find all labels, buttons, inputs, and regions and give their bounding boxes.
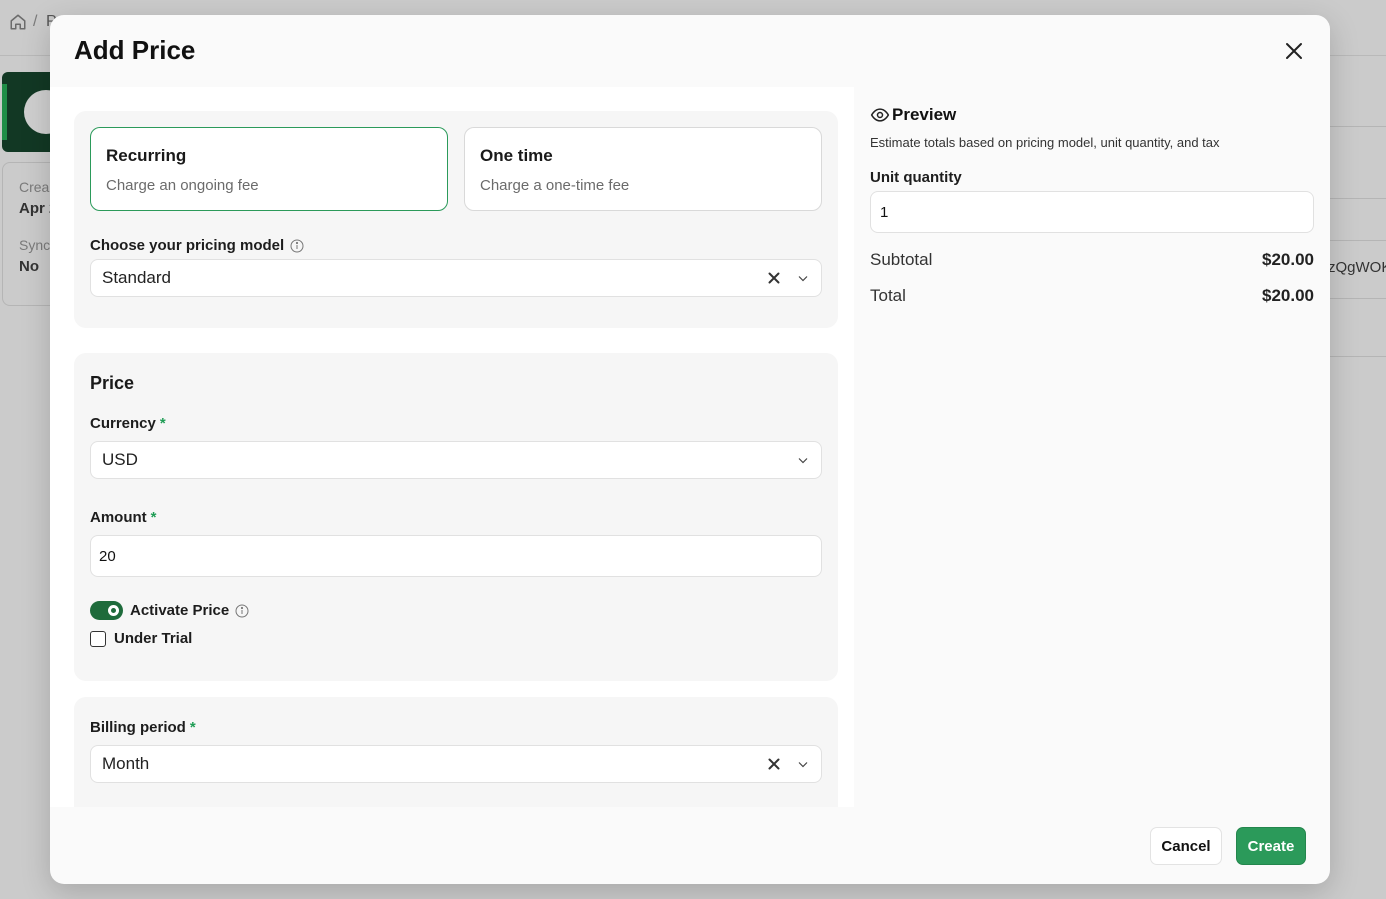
active-indicator [2, 84, 7, 140]
pricing-model-label-text: Choose your pricing model [90, 237, 285, 254]
recurring-option[interactable]: Recurring Charge an ongoing fee [90, 127, 448, 211]
clear-icon[interactable] [764, 268, 784, 288]
clear-icon[interactable] [764, 754, 784, 774]
one-time-option[interactable]: One time Charge a one-time fee [464, 127, 822, 211]
billing-period-label-text: Billing period [90, 719, 186, 736]
amount-label: Amount * [90, 509, 157, 526]
total-row: Total $20.00 [870, 286, 1314, 306]
eye-icon [870, 105, 890, 125]
total-value: $20.00 [1262, 286, 1314, 305]
chevron-down-icon [796, 271, 810, 285]
close-button[interactable] [1280, 37, 1308, 65]
pricing-model-value: Standard [102, 268, 171, 287]
currency-select[interactable]: USD [90, 441, 822, 479]
under-trial-label: Under Trial [114, 630, 193, 647]
subtotal-row: Subtotal $20.00 [870, 250, 1314, 270]
chevron-down-icon [796, 757, 810, 771]
background-divider [1330, 198, 1386, 199]
background-id-text: zQgWOK [1328, 259, 1386, 276]
billing-period-value: Month [102, 754, 150, 773]
unit-quantity-input[interactable] [870, 191, 1314, 233]
currency-value: USD [102, 450, 138, 469]
price-section: Price Currency * USD Amount * Activate P… [74, 353, 838, 681]
amount-label-text: Amount [90, 509, 147, 526]
create-button[interactable]: Create [1236, 827, 1306, 865]
billing-section: Billing period * Month [74, 697, 838, 807]
info-icon[interactable] [290, 239, 304, 253]
price-section-title: Price [90, 373, 135, 393]
under-trial-checkbox[interactable] [90, 631, 106, 647]
option-title: One time [480, 146, 553, 165]
required-mark: * [189, 719, 196, 736]
subtotal-value: $20.00 [1262, 250, 1314, 269]
chevron-down-icon [796, 453, 810, 467]
cancel-button[interactable]: Cancel [1150, 827, 1222, 865]
sync-label: Sync [19, 237, 51, 253]
billing-period-select[interactable]: Month [90, 745, 822, 783]
price-type-section: Recurring Charge an ongoing fee One time… [74, 111, 838, 328]
background-divider [1330, 356, 1386, 357]
amount-input[interactable] [90, 535, 822, 577]
currency-label-text: Currency [90, 415, 156, 432]
home-icon[interactable] [9, 13, 27, 31]
activate-price-label: Activate Price [130, 602, 249, 619]
activate-price-toggle[interactable] [90, 601, 123, 620]
preview-subtitle: Estimate totals based on pricing model, … [870, 135, 1220, 150]
pricing-model-select[interactable]: Standard [90, 259, 822, 297]
created-label: Crea [19, 179, 50, 195]
modal-title: Add Price [74, 35, 196, 65]
pricing-model-label: Choose your pricing model [90, 237, 304, 254]
activate-price-label-text: Activate Price [130, 602, 230, 619]
option-subtitle: Charge a one-time fee [480, 177, 630, 194]
close-icon [1286, 43, 1302, 59]
currency-label: Currency * [90, 415, 166, 432]
required-mark: * [150, 509, 157, 526]
option-subtitle: Charge an ongoing fee [106, 177, 259, 194]
unit-quantity-label: Unit quantity [870, 169, 962, 186]
background-divider [1330, 240, 1386, 241]
subtotal-label: Subtotal [870, 250, 933, 269]
billing-period-label: Billing period * [90, 719, 196, 736]
preview-title: Preview [870, 105, 956, 125]
preview-title-text: Preview [892, 105, 957, 124]
required-mark: * [159, 415, 166, 432]
sync-value: No [19, 258, 39, 275]
background-divider [1330, 126, 1386, 127]
form-pane[interactable]: Recurring Charge an ongoing fee One time… [50, 87, 854, 807]
option-title: Recurring [106, 146, 187, 165]
total-label: Total [870, 286, 906, 305]
info-icon[interactable] [235, 604, 249, 618]
background-divider [1330, 298, 1386, 299]
breadcrumb-separator: / [33, 13, 38, 30]
add-price-modal: Add Price Recurring Charge an ongoing fe… [50, 15, 1330, 884]
toggle-knob [108, 605, 119, 616]
